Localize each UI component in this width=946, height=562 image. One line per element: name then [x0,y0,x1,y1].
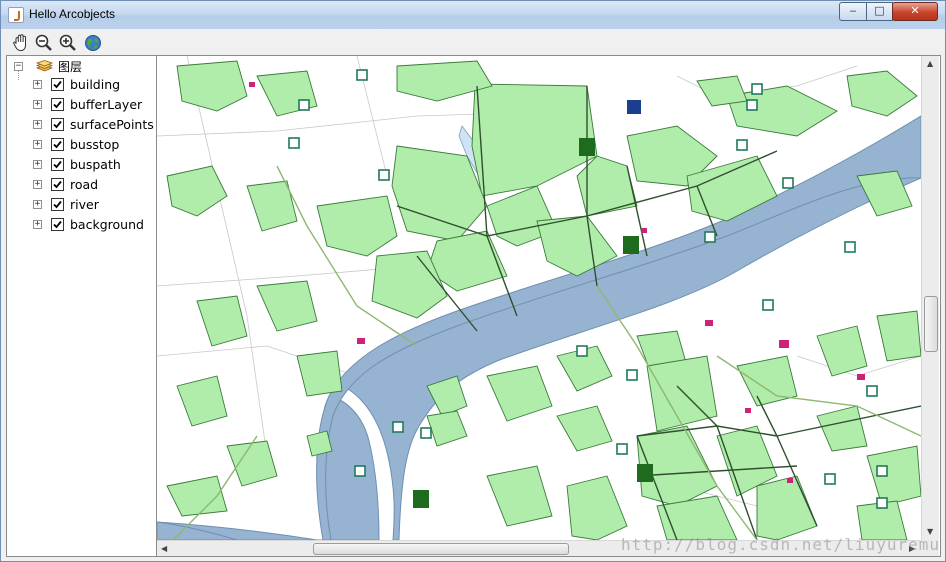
layer-visibility-checkbox[interactable] [51,178,64,191]
checkmark-icon [53,200,62,209]
watermark-text: http://blog.csdn.net/liuyuremu [621,535,940,554]
scroll-up-arrow-icon[interactable]: ▲ [927,59,933,69]
layer-visibility-checkbox[interactable] [51,198,64,211]
layer-item-road[interactable]: + road [7,175,156,195]
zoom-in-icon [59,34,76,51]
zoom-out-icon [35,34,52,51]
expand-layer-icon[interactable]: + [33,180,42,189]
map-control[interactable]: ▲ ▼ ◀ ▶ [157,55,941,557]
horizontal-scroll-thumb[interactable] [313,543,569,555]
layer-visibility-checkbox[interactable] [51,78,64,91]
checkmark-icon [53,220,62,229]
zoom-out-tool-button[interactable] [34,33,54,53]
collapse-root-icon[interactable]: − [14,62,23,71]
full-extent-tool-button[interactable] [83,33,103,53]
checkmark-icon [53,80,62,89]
vertical-scrollbar[interactable]: ▲ ▼ [921,56,939,540]
map-toolbar [5,31,941,55]
layer-item-busstop[interactable]: + busstop [7,135,156,155]
checkmark-icon [53,140,62,149]
window-title: Hello Arcobjects [29,7,116,21]
tree-root-label: 图层 [58,60,83,74]
checkmark-icon [53,100,62,109]
expand-layer-icon[interactable]: + [33,160,42,169]
expand-layer-icon[interactable]: + [33,200,42,209]
expand-layer-icon[interactable]: + [33,80,42,89]
layer-visibility-checkbox[interactable] [51,218,64,231]
zoom-in-tool-button[interactable] [58,33,78,53]
layer-item-background[interactable]: + background [7,215,156,235]
hand-icon [13,34,26,52]
expand-layer-icon[interactable]: + [33,140,42,149]
layer-label: busstop [70,137,120,152]
layer-visibility-checkbox[interactable] [51,158,64,171]
minimize-button[interactable]: ‒ [839,2,867,21]
layer-label: road [70,177,99,192]
close-button[interactable]: ✕ [892,2,938,21]
pan-tool-button[interactable] [11,33,31,53]
map-canvas[interactable] [157,56,921,540]
scroll-left-arrow-icon[interactable]: ◀ [161,544,167,554]
layer-label: background [70,217,144,232]
title-bar[interactable]: Hello Arcobjects ‒ □ ✕ [1,1,945,29]
bus-station-markers [627,100,641,114]
checkmark-icon [53,160,62,169]
app-window: Hello Arcobjects ‒ □ ✕ − 图层 + building +… [0,0,946,562]
layer-item-surfacepoints[interactable]: + surfacePoints [7,115,156,135]
layer-label: river [70,197,99,212]
layer-label: surfacePoints [70,117,154,132]
table-of-contents: − 图层 + building + bufferLayer + surfaceP… [6,55,157,557]
globe-icon [85,35,101,51]
layer-label: buspath [70,157,121,172]
layer-label: building [70,77,121,92]
layer-item-building[interactable]: + building [7,75,156,95]
layer-item-river[interactable]: + river [7,195,156,215]
expand-layer-icon[interactable]: + [33,100,42,109]
layer-item-buspath[interactable]: + buspath [7,155,156,175]
expand-layer-icon[interactable]: + [33,220,42,229]
layers-icon [36,60,53,72]
vertical-scroll-thumb[interactable] [924,296,938,352]
maximize-button[interactable]: □ [866,2,893,21]
checkmark-icon [53,120,62,129]
checkmark-icon [53,180,62,189]
layer-visibility-checkbox[interactable] [51,118,64,131]
layer-visibility-checkbox[interactable] [51,98,64,111]
layer-visibility-checkbox[interactable] [51,138,64,151]
java-app-icon [8,7,24,23]
layer-item-bufferlayer[interactable]: + bufferLayer [7,95,156,115]
expand-layer-icon[interactable]: + [33,120,42,129]
layer-label: bufferLayer [70,97,143,112]
